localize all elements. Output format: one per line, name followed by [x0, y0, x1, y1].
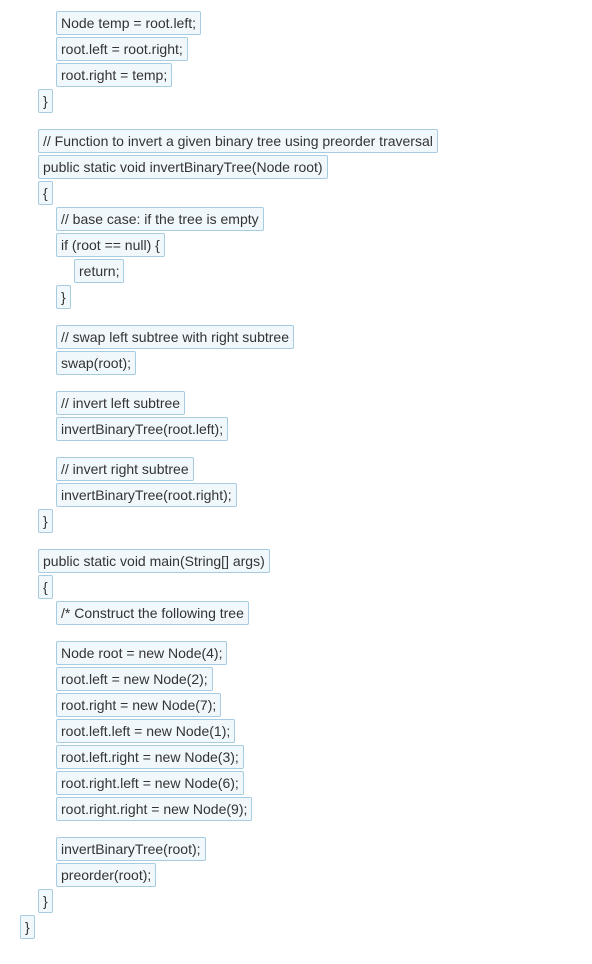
code-line: } [20, 508, 572, 534]
code-block: // Function to invert a given binary tre… [20, 128, 572, 310]
code-line: { [20, 574, 572, 600]
code-line: Node root = new Node(4); [20, 640, 572, 666]
code-line: public static void invertBinaryTree(Node… [20, 154, 572, 180]
code-token: return; [74, 259, 124, 283]
code-line: root.right = temp; [20, 62, 572, 88]
code-token: root.left.left = new Node(1); [56, 719, 235, 743]
code-token: } [20, 915, 35, 939]
code-block: Node root = new Node(4);root.left = new … [20, 640, 572, 822]
code-token: } [38, 89, 53, 113]
code-token: invertBinaryTree(root.right); [56, 483, 237, 507]
code-line: Node temp = root.left; [20, 10, 572, 36]
code-line: // swap left subtree with right subtree [20, 324, 572, 350]
code-line: root.left.left = new Node(1); [20, 718, 572, 744]
code-line: // Function to invert a given binary tre… [20, 128, 572, 154]
code-container: Node temp = root.left;root.left = root.r… [20, 10, 572, 940]
code-token: Node root = new Node(4); [56, 641, 227, 665]
code-token: if (root == null) { [56, 233, 165, 257]
code-token: } [38, 889, 53, 913]
code-line: root.right.left = new Node(6); [20, 770, 572, 796]
code-token: invertBinaryTree(root.left); [56, 417, 228, 441]
code-block: // invert left subtreeinvertBinaryTree(r… [20, 390, 572, 442]
code-token: root.left = new Node(2); [56, 667, 213, 691]
code-token: swap(root); [56, 351, 136, 375]
code-line: } [20, 888, 572, 914]
code-token: // invert left subtree [56, 391, 185, 415]
code-token: // swap left subtree with right subtree [56, 325, 294, 349]
code-token: preorder(root); [56, 863, 156, 887]
code-block: Node temp = root.left;root.left = root.r… [20, 10, 572, 114]
code-line: return; [20, 258, 572, 284]
code-line: // invert right subtree [20, 456, 572, 482]
code-line: } [20, 284, 572, 310]
code-token: root.right = temp; [56, 63, 172, 87]
code-line: invertBinaryTree(root.right); [20, 482, 572, 508]
code-line: root.right = new Node(7); [20, 692, 572, 718]
code-line: invertBinaryTree(root.left); [20, 416, 572, 442]
code-line: // base case: if the tree is empty [20, 206, 572, 232]
code-line: root.right.right = new Node(9); [20, 796, 572, 822]
code-token: root.left = root.right; [56, 37, 188, 61]
code-token: // base case: if the tree is empty [56, 207, 264, 231]
code-token: root.right.right = new Node(9); [56, 797, 252, 821]
code-token: } [38, 509, 53, 533]
code-line: /* Construct the following tree [20, 600, 572, 626]
code-token: } [56, 285, 71, 309]
code-block: // invert right subtreeinvertBinaryTree(… [20, 456, 572, 534]
code-token: root.right = new Node(7); [56, 693, 221, 717]
code-line: swap(root); [20, 350, 572, 376]
code-token: /* Construct the following tree [56, 601, 249, 625]
code-line: } [20, 88, 572, 114]
code-token: // invert right subtree [56, 457, 194, 481]
code-line: root.left = new Node(2); [20, 666, 572, 692]
code-line: { [20, 180, 572, 206]
code-line: root.left.right = new Node(3); [20, 744, 572, 770]
code-block: // swap left subtree with right subtrees… [20, 324, 572, 376]
code-line: } [20, 914, 572, 940]
code-token: root.right.left = new Node(6); [56, 771, 244, 795]
code-block: public static void main(String[] args){/… [20, 548, 572, 626]
code-token: public static void main(String[] args) [38, 549, 270, 573]
code-line: root.left = root.right; [20, 36, 572, 62]
code-token: root.left.right = new Node(3); [56, 745, 244, 769]
code-line: public static void main(String[] args) [20, 548, 572, 574]
code-token: invertBinaryTree(root); [56, 837, 206, 861]
code-line: preorder(root); [20, 862, 572, 888]
code-token: // Function to invert a given binary tre… [38, 129, 438, 153]
code-token: { [38, 575, 53, 599]
code-token: public static void invertBinaryTree(Node… [38, 155, 328, 179]
code-line: // invert left subtree [20, 390, 572, 416]
code-block: invertBinaryTree(root);preorder(root);}} [20, 836, 572, 940]
code-token: { [38, 181, 53, 205]
code-line: if (root == null) { [20, 232, 572, 258]
code-token: Node temp = root.left; [56, 11, 201, 35]
